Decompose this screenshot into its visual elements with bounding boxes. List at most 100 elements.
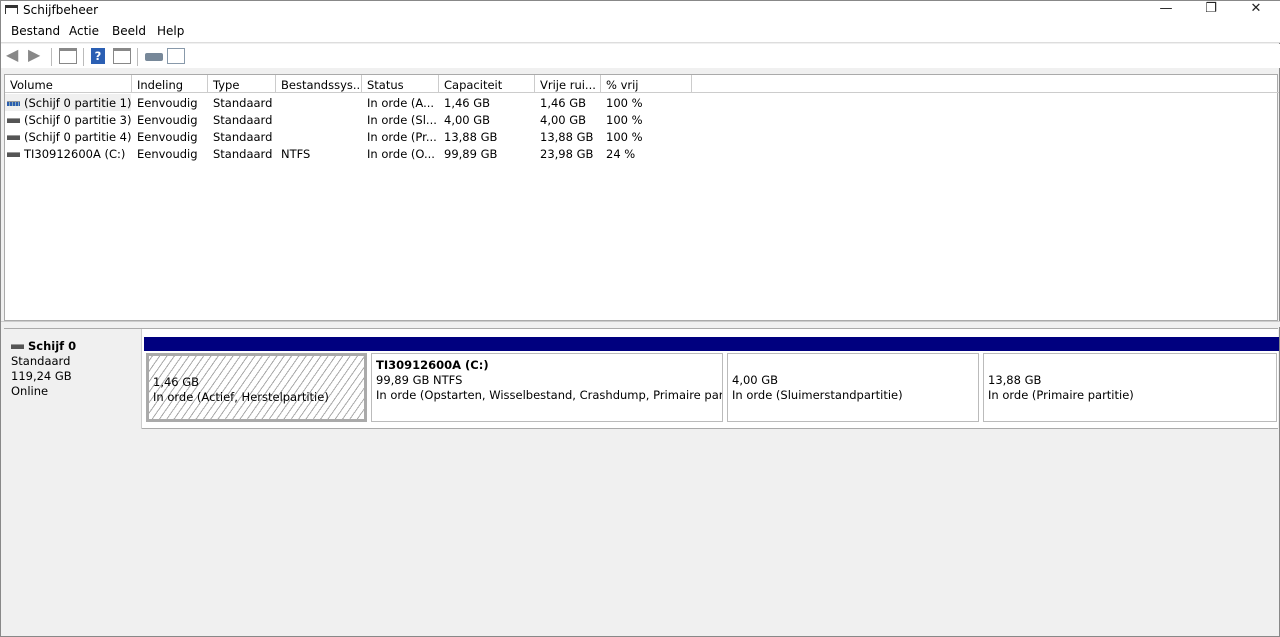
separator <box>51 48 52 66</box>
cell-status: In orde (Sl... <box>362 111 437 128</box>
partition-body: 4,00 GB In orde (Sluimerstandpartitie) <box>727 353 979 422</box>
cell-text: 100 % <box>606 130 643 144</box>
cell-pct: 100 % <box>601 128 643 145</box>
help-icon[interactable]: ? <box>91 48 105 64</box>
cell-status: In orde (Pr... <box>362 128 437 145</box>
back-arrow-icon[interactable]: ◀ <box>6 47 24 64</box>
separator <box>83 48 84 66</box>
cell-indeling: Eenvoudig <box>132 145 198 162</box>
partition-status: In orde (Opstarten, Wisselbestand, Crash… <box>376 388 723 402</box>
menu-bar: Bestand Actie Beeld Help <box>1 21 1280 43</box>
console-tree-icon[interactable] <box>59 48 77 64</box>
menu-actie[interactable]: Actie <box>69 24 99 38</box>
cell-status: In orde (A... <box>362 94 434 111</box>
partition-size: 99,89 GB NTFS <box>376 373 463 387</box>
cell-text: Standaard <box>213 130 273 144</box>
partition-block[interactable]: 13,88 GB In orde (Primaire partitie) <box>981 337 1279 424</box>
cell-volume: (Schijf 0 partitie 3) <box>5 111 131 128</box>
partition-status: In orde (Primaire partitie) <box>988 388 1134 402</box>
cell-text: 4,00 GB <box>540 113 587 127</box>
partition-type-bar <box>981 337 1279 351</box>
partition-type-bar <box>369 337 725 351</box>
connect-disk-icon[interactable] <box>145 53 163 61</box>
column-header-volume[interactable]: Volume <box>5 75 132 93</box>
cell-free: 13,88 GB <box>535 128 593 145</box>
close-button[interactable]: ✕ <box>1233 1 1279 21</box>
properties-icon[interactable] <box>167 48 185 64</box>
column-header-vrije-ruimte[interactable]: Vrije rui... <box>535 75 601 93</box>
cell-fs <box>276 94 281 111</box>
cell-pct: 100 % <box>601 111 643 128</box>
cell-text: TI30912600A (C:) <box>24 147 126 161</box>
menu-bestand[interactable]: Bestand <box>11 24 60 38</box>
cell-type: Standaard <box>208 111 272 128</box>
partition-block[interactable]: 1,46 GB In orde (Actief, Herstelpartitie) <box>144 337 369 424</box>
column-header-capaciteit[interactable]: Capaciteit <box>439 75 535 93</box>
table-row[interactable]: (Schijf 0 partitie 1) Eenvoudig Standaard I… <box>5 94 695 111</box>
cell-text: (Schijf 0 partitie 3) <box>24 113 132 127</box>
cell-text: In orde (O... <box>367 147 435 161</box>
partition-title <box>988 358 1276 373</box>
cell-text: 4,00 GB <box>444 113 491 127</box>
forward-arrow-icon[interactable]: ▶ <box>28 47 46 64</box>
cell-text: (Schijf 0 partitie 4) <box>24 130 132 144</box>
disk-0-info[interactable]: Schijf 0 Standaard 119,24 GB Online <box>4 329 142 429</box>
partition-status: In orde (Sluimerstandpartitie) <box>732 388 903 402</box>
partition-title <box>153 360 364 375</box>
cell-text: Eenvoudig <box>137 130 198 144</box>
cell-text: NTFS <box>281 147 311 161</box>
cell-volume: (Schijf 0 partitie 1) <box>5 94 132 111</box>
cell-free: 23,98 GB <box>535 145 593 162</box>
column-header-percent-vrij[interactable]: % vrij <box>601 75 692 93</box>
disk-icon <box>11 344 24 349</box>
volume-icon <box>7 118 20 123</box>
cell-text: In orde (Pr... <box>367 130 437 144</box>
cell-text: Eenvoudig <box>137 113 198 127</box>
minimize-button[interactable]: — <box>1143 1 1189 21</box>
cell-type: Standaard <box>208 128 272 145</box>
menu-beeld[interactable]: Beeld <box>112 24 146 38</box>
table-row[interactable]: (Schijf 0 partitie 3) Eenvoudig Standaard I… <box>5 111 695 128</box>
cell-text: In orde (Sl... <box>367 113 437 127</box>
column-header-empty <box>692 75 1279 93</box>
cell-text: Standaard <box>213 113 273 127</box>
cell-text: Eenvoudig <box>137 96 198 110</box>
disk-name: Schijf 0 <box>28 339 77 353</box>
partition-title: TI30912600A (C:) <box>376 358 489 372</box>
column-header-indeling[interactable]: Indeling <box>132 75 208 93</box>
cell-text: 24 % <box>606 147 636 161</box>
cell-text: Eenvoudig <box>137 147 198 161</box>
partition-size: 1,46 GB <box>153 375 200 389</box>
column-header-type[interactable]: Type <box>208 75 276 93</box>
cell-pct: 100 % <box>601 94 643 111</box>
cell-free: 1,46 GB <box>535 94 586 111</box>
disk-management-icon <box>5 5 18 14</box>
cell-text: 100 % <box>606 113 643 127</box>
cell-text: 99,89 GB <box>444 147 498 161</box>
partition-status: In orde (Actief, Herstelpartitie) <box>153 390 329 404</box>
table-row[interactable]: TI30912600A (C:) Eenvoudig Standaard NTFS In… <box>5 145 695 162</box>
partition-type-bar <box>725 337 981 351</box>
volume-icon <box>7 101 20 106</box>
column-header-status[interactable]: Status <box>362 75 439 93</box>
partition-body: 13,88 GB In orde (Primaire partitie) <box>983 353 1277 422</box>
partition-body: TI30912600A (C:) 99,89 GB NTFS In orde (Op… <box>371 353 723 422</box>
cell-text: In orde (A... <box>367 96 435 110</box>
disk-map: Schijf 0 Standaard 119,24 GB Online 1,46… <box>4 328 1279 429</box>
restore-button[interactable]: ❐ <box>1188 1 1234 21</box>
column-header-bestandssysteem[interactable]: Bestandssys... <box>276 75 362 93</box>
action-pane-icon[interactable] <box>113 48 131 64</box>
separator <box>137 48 138 66</box>
pane-splitter[interactable] <box>1 321 1280 327</box>
partition-block[interactable]: 4,00 GB In orde (Sluimerstandpartitie) <box>725 337 981 424</box>
cell-type: Standaard <box>208 94 272 111</box>
cell-indeling: Eenvoudig <box>132 111 198 128</box>
volume-icon <box>7 135 20 140</box>
menu-help[interactable]: Help <box>157 24 184 38</box>
volume-icon <box>7 152 20 157</box>
cell-volume: (Schijf 0 partitie 4) <box>5 128 131 145</box>
partition-block[interactable]: TI30912600A (C:) 99,89 GB NTFS In orde (Op… <box>369 337 725 424</box>
cell-fs: NTFS <box>276 145 310 162</box>
table-row[interactable]: (Schijf 0 partitie 4) Eenvoudig Standaard I… <box>5 128 695 145</box>
disk-state: Online <box>11 384 49 398</box>
